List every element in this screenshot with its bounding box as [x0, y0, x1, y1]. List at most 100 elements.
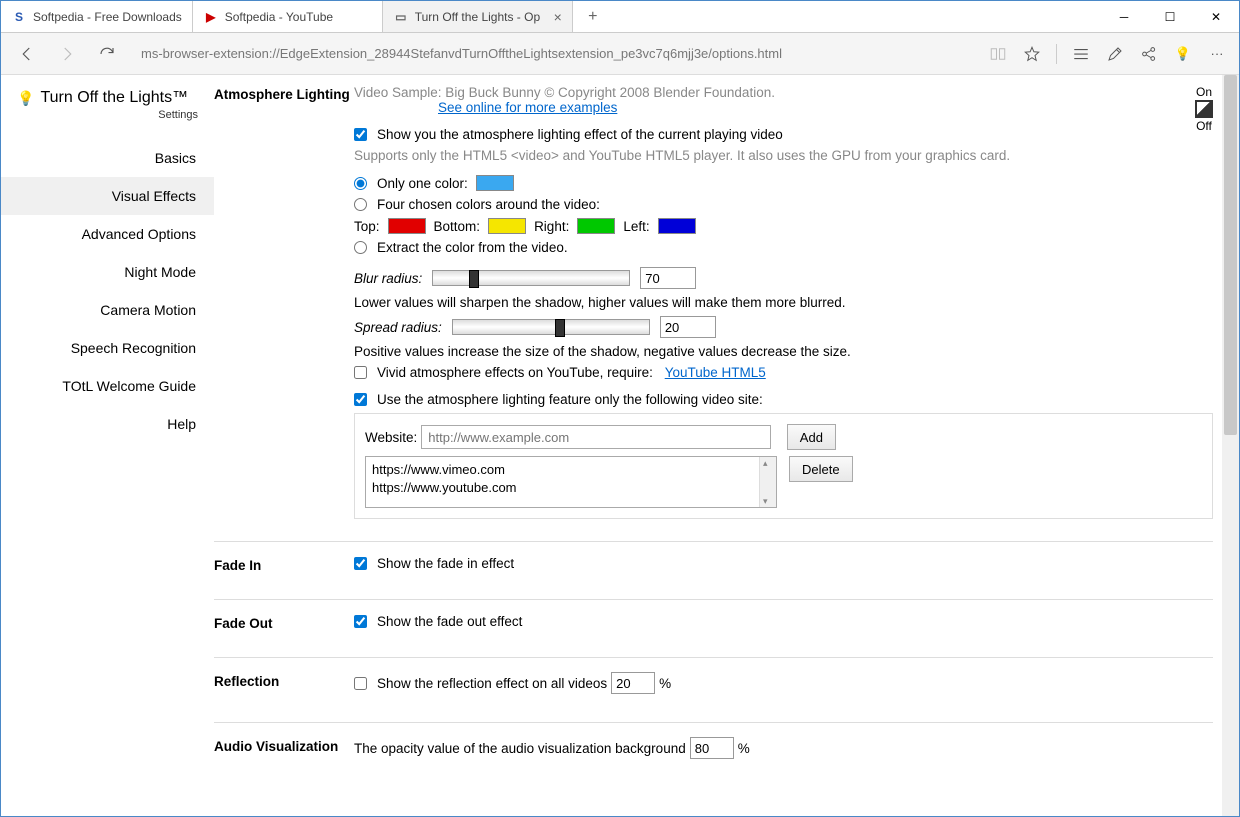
- on-label: On: [1195, 85, 1213, 99]
- blur-desc: Lower values will sharpen the shadow, hi…: [354, 295, 1213, 310]
- section-audio: Audio Visualization The opacity value of…: [214, 723, 1213, 787]
- supports-text: Supports only the HTML5 <video> and YouT…: [354, 148, 1213, 163]
- scrollbar[interactable]: [759, 457, 776, 507]
- nav-night-mode[interactable]: Night Mode: [1, 253, 214, 291]
- bottom-color-swatch[interactable]: [488, 218, 526, 234]
- section-atmosphere: Atmosphere Lighting On Off Video Sample:…: [214, 85, 1213, 542]
- extract-radio[interactable]: [354, 241, 367, 254]
- delete-button[interactable]: Delete: [789, 456, 853, 482]
- notes-icon[interactable]: [1105, 44, 1125, 64]
- reflection-input[interactable]: [611, 672, 655, 694]
- new-tab-button[interactable]: +: [573, 1, 613, 32]
- site-listbox[interactable]: https://www.vimeo.com https://www.youtub…: [365, 456, 777, 508]
- favicon-youtube-icon: ▶: [203, 9, 219, 25]
- nav-camera-motion[interactable]: Camera Motion: [1, 291, 214, 329]
- refresh-button[interactable]: [93, 40, 121, 68]
- extension-bulb-icon[interactable]: 💡: [1173, 44, 1193, 64]
- vivid-link[interactable]: YouTube HTML5: [665, 365, 766, 380]
- reading-view-icon[interactable]: [988, 44, 1008, 64]
- only-one-label: Only one color:: [377, 176, 468, 191]
- section-heading: Fade In: [214, 556, 354, 577]
- site-only-checkbox[interactable]: [354, 393, 367, 406]
- left-color-swatch[interactable]: [658, 218, 696, 234]
- section-reflection: Reflection Show the reflection effect on…: [214, 658, 1213, 723]
- list-item[interactable]: https://www.youtube.com: [372, 479, 770, 497]
- minimize-button[interactable]: ─: [1101, 1, 1147, 32]
- see-online-link[interactable]: See online for more examples: [438, 100, 617, 115]
- tab-close-icon[interactable]: ×: [554, 9, 562, 25]
- video-sample: Video Sample: Big Buck Bunny © Copyright…: [354, 85, 775, 100]
- show-effect-checkbox[interactable]: [354, 128, 367, 141]
- sidebar: 💡 Turn Off the Lights™ Settings Basics V…: [1, 75, 214, 816]
- page-scrollbar[interactable]: [1222, 75, 1239, 816]
- more-icon[interactable]: ···: [1207, 44, 1227, 64]
- window-controls: ─ ☐ ✕: [1101, 1, 1239, 32]
- tab-options[interactable]: ▭ Turn Off the Lights - Op ×: [383, 1, 573, 32]
- website-label: Website:: [365, 430, 417, 445]
- favorite-icon[interactable]: [1022, 44, 1042, 64]
- list-item[interactable]: https://www.vimeo.com: [372, 461, 770, 479]
- blur-input[interactable]: [640, 267, 696, 289]
- website-input[interactable]: [421, 425, 771, 449]
- tab-label: Softpedia - Free Downloads: [33, 10, 182, 24]
- tab-label: Softpedia - YouTube: [225, 10, 333, 24]
- forward-button[interactable]: [53, 40, 81, 68]
- toolbar: ms-browser-extension://EdgeExtension_289…: [1, 33, 1239, 75]
- audio-label: The opacity value of the audio visualiza…: [354, 741, 686, 756]
- nav-basics[interactable]: Basics: [1, 139, 214, 177]
- one-color-swatch[interactable]: [476, 175, 514, 191]
- nav-visual-effects[interactable]: Visual Effects: [1, 177, 214, 215]
- section-fade-in: Fade In Show the fade in effect: [214, 542, 1213, 600]
- audio-input[interactable]: [690, 737, 734, 759]
- vivid-label: Vivid atmosphere effects on YouTube, req…: [377, 365, 653, 380]
- fade-in-checkbox[interactable]: [354, 557, 367, 570]
- four-colors-radio[interactable]: [354, 198, 367, 211]
- maximize-button[interactable]: ☐: [1147, 1, 1193, 32]
- toggle-icon[interactable]: [1195, 100, 1213, 118]
- spread-label: Spread radius:: [354, 320, 442, 335]
- app-name: Turn Off the Lights™: [40, 89, 188, 107]
- share-icon[interactable]: [1139, 44, 1159, 64]
- nav-welcome-guide[interactable]: TOtL Welcome Guide: [1, 367, 214, 405]
- on-off-toggle[interactable]: On Off: [1195, 85, 1213, 133]
- address-bar[interactable]: ms-browser-extension://EdgeExtension_289…: [133, 46, 976, 61]
- section-heading: Audio Visualization: [214, 737, 354, 765]
- add-button[interactable]: Add: [787, 424, 836, 450]
- back-button[interactable]: [13, 40, 41, 68]
- only-one-radio[interactable]: [354, 177, 367, 190]
- fade-in-label: Show the fade in effect: [377, 556, 514, 571]
- pct-label: %: [738, 741, 750, 756]
- app-title: 💡 Turn Off the Lights™: [1, 89, 214, 109]
- divider: [1056, 44, 1057, 64]
- close-button[interactable]: ✕: [1193, 1, 1239, 32]
- pct-label: %: [659, 676, 671, 691]
- vivid-checkbox[interactable]: [354, 366, 367, 379]
- titlebar: S Softpedia - Free Downloads ▶ Softpedia…: [1, 1, 1239, 33]
- tab-youtube[interactable]: ▶ Softpedia - YouTube: [193, 1, 383, 32]
- spread-desc: Positive values increase the size of the…: [354, 344, 1213, 359]
- fade-out-label: Show the fade out effect: [377, 614, 522, 629]
- nav-advanced-options[interactable]: Advanced Options: [1, 215, 214, 253]
- four-colors-label: Four chosen colors around the video:: [377, 197, 600, 212]
- tab-label: Turn Off the Lights - Op: [415, 10, 540, 24]
- right-label: Right:: [534, 219, 569, 234]
- tab-softpedia[interactable]: S Softpedia - Free Downloads: [1, 1, 193, 32]
- nav-help[interactable]: Help: [1, 405, 214, 443]
- left-label: Left:: [623, 219, 649, 234]
- site-only-label: Use the atmosphere lighting feature only…: [377, 392, 763, 407]
- hub-icon[interactable]: [1071, 44, 1091, 64]
- section-heading: Atmosphere Lighting: [214, 85, 354, 519]
- favicon-page-icon: ▭: [393, 9, 409, 25]
- blur-slider[interactable]: [432, 270, 630, 286]
- blur-label: Blur radius:: [354, 271, 422, 286]
- spread-slider[interactable]: [452, 319, 650, 335]
- nav-speech-recognition[interactable]: Speech Recognition: [1, 329, 214, 367]
- app-subtitle: Settings: [1, 109, 214, 121]
- top-color-swatch[interactable]: [388, 218, 426, 234]
- show-effect-label: Show you the atmosphere lighting effect …: [377, 127, 783, 142]
- bottom-label: Bottom:: [434, 219, 481, 234]
- right-color-swatch[interactable]: [577, 218, 615, 234]
- reflection-checkbox[interactable]: [354, 677, 367, 690]
- spread-input[interactable]: [660, 316, 716, 338]
- fade-out-checkbox[interactable]: [354, 615, 367, 628]
